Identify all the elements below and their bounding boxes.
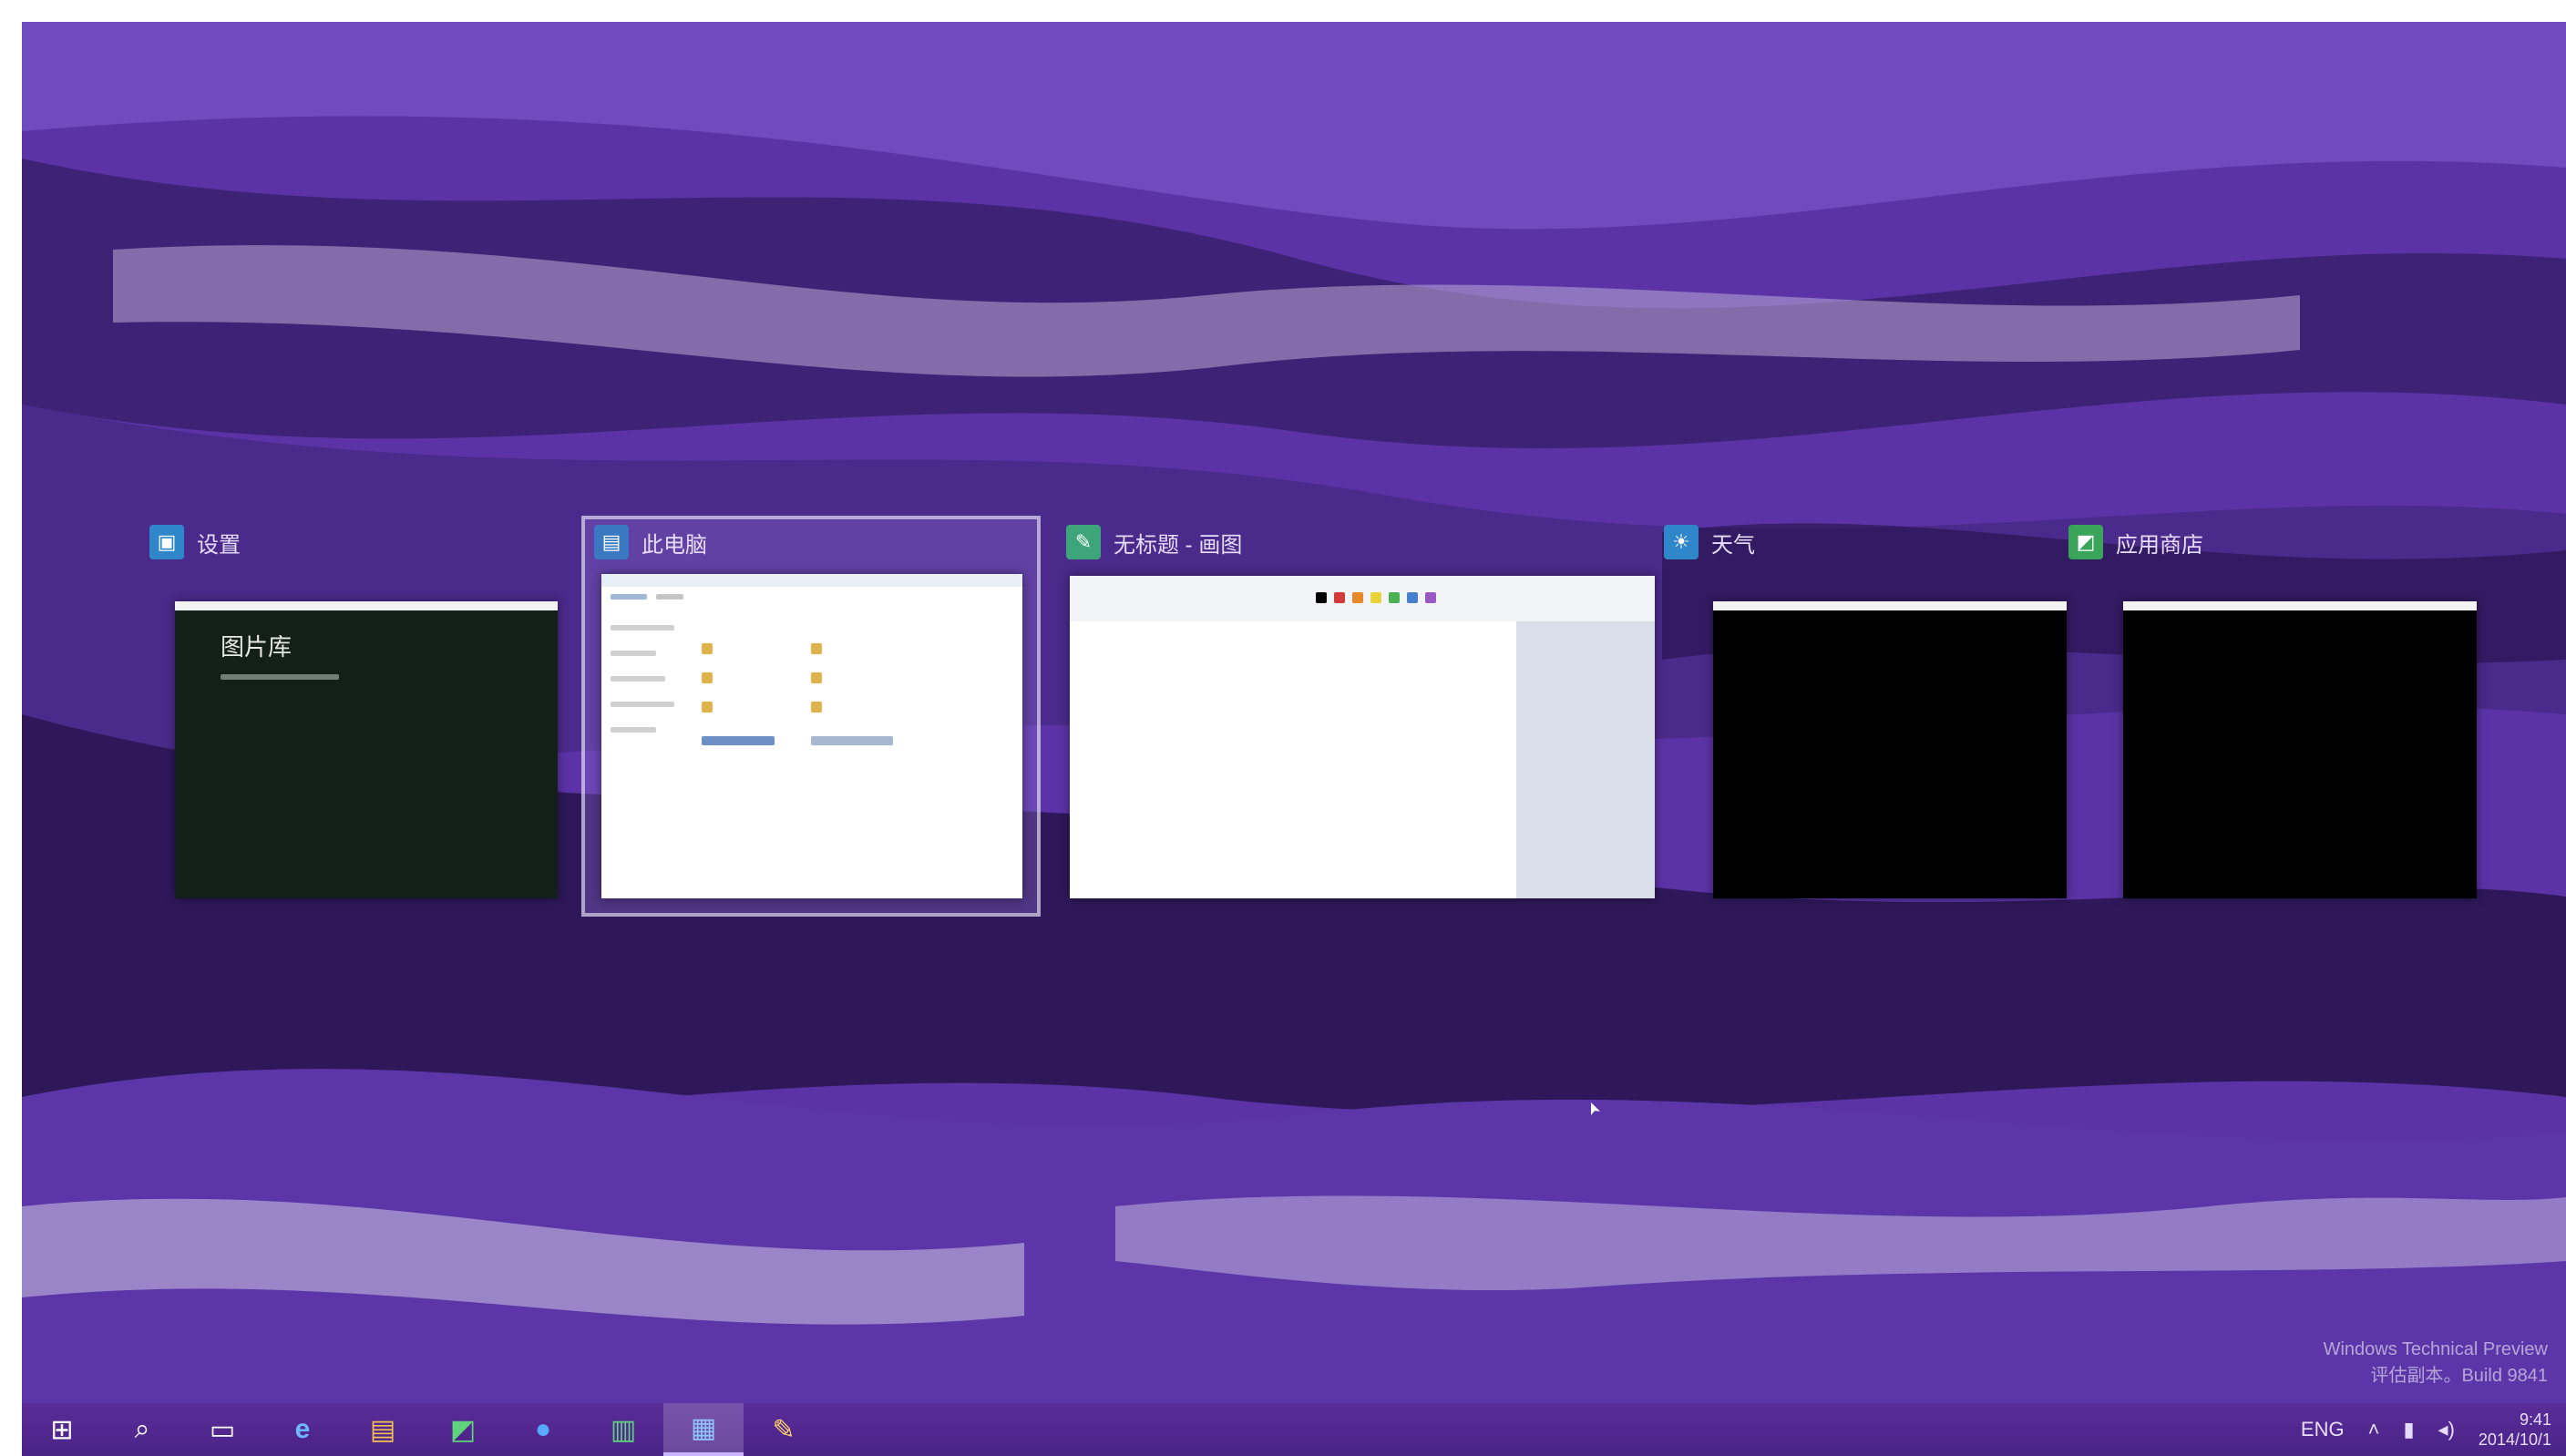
app-taskbar-icon: ▥ — [610, 1414, 637, 1445]
drive-bar — [811, 736, 893, 745]
app-button[interactable]: ▥ — [583, 1403, 663, 1456]
settings-titlebar — [175, 601, 558, 610]
weather-taskbar-icon: ● — [534, 1414, 552, 1444]
start-button[interactable]: ⊞ — [22, 1403, 102, 1456]
task-thumb-weather[interactable] — [1713, 601, 2067, 898]
paint-icon: ✎ — [1066, 525, 1101, 559]
store-button[interactable]: ◩ — [423, 1403, 503, 1456]
folder-icon — [811, 672, 822, 683]
task-view-button[interactable]: ▭ — [182, 1403, 262, 1456]
task-title-settings-label: 设置 — [197, 532, 241, 558]
chevron-up-icon[interactable]: ˄ — [2368, 1418, 2380, 1441]
pc-taskbar-icon: ▦ — [690, 1412, 717, 1443]
explorer-nav-line — [611, 702, 674, 707]
this-pc-icon: ▤ — [594, 525, 629, 559]
explorer-ribbon-tab — [656, 594, 683, 600]
task-title-store[interactable]: ◩ 应用商店 — [2068, 525, 2203, 559]
drive-bar — [702, 736, 775, 745]
color-swatch — [1316, 592, 1327, 603]
store-titlebar — [2123, 601, 2477, 610]
task-thumb-store[interactable] — [2123, 601, 2477, 898]
color-swatch — [1389, 592, 1400, 603]
clock-time: 9:41 — [2519, 1410, 2551, 1429]
file-explorer-button[interactable]: ▤ — [343, 1403, 423, 1456]
explorer-ribbon-tab — [611, 594, 647, 600]
watermark-line-2: 评估副本。Build 9841 — [2370, 1366, 2548, 1386]
volume-icon[interactable]: ◂) — [2438, 1418, 2455, 1441]
network-icon[interactable]: ▮ — [2403, 1418, 2414, 1441]
taskbar: ⊞ ⌕ ▭ e ▤ ◩ ● ▥ ▦ ✎ ENG ˄ ▮ ◂) 9:41 2014… — [22, 1403, 2566, 1456]
task-title-this-pc-label: 此电脑 — [642, 532, 707, 558]
task-title-this-pc[interactable]: ▤ 此电脑 — [594, 525, 707, 559]
clock[interactable]: 9:41 2014/10/1 — [2479, 1410, 2551, 1450]
explorer-nav-line — [611, 727, 656, 733]
file-explorer-icon: ▤ — [369, 1414, 396, 1445]
task-title-store-label: 应用商店 — [2116, 532, 2203, 558]
task-title-weather[interactable]: ☀ 天气 — [1664, 525, 1755, 559]
color-swatch — [1370, 592, 1381, 603]
explorer-nav-line — [611, 651, 656, 656]
weather-button[interactable]: ● — [503, 1403, 583, 1456]
task-title-settings[interactable]: ▣ 设置 — [149, 525, 241, 559]
ie-button[interactable]: e — [262, 1403, 343, 1456]
paint-button[interactable]: ✎ — [744, 1403, 824, 1456]
desktop: ▣ 设置 图片库 ▤ 此电脑 ✎ 无标题 - 画图 ☀ 天气 ◩ 应用商店 Wi… — [22, 22, 2566, 1456]
color-swatch — [1352, 592, 1363, 603]
settings-line — [221, 674, 339, 680]
keyboard-layout-indicator[interactable]: ENG — [2301, 1418, 2345, 1441]
task-title-paint[interactable]: ✎ 无标题 - 画图 — [1066, 525, 1242, 559]
explorer-titlebar — [601, 574, 1022, 587]
folder-icon — [811, 643, 822, 654]
folder-icon — [702, 702, 713, 713]
settings-heading: 图片库 — [221, 633, 293, 661]
weather-icon: ☀ — [1664, 525, 1699, 559]
search-icon: ⌕ — [134, 1414, 150, 1444]
settings-app-icon: ▣ — [149, 525, 184, 559]
task-thumb-settings[interactable]: 图片库 — [175, 601, 558, 898]
color-swatch — [1407, 592, 1418, 603]
store-taskbar-icon: ◩ — [449, 1414, 477, 1445]
clock-date: 2014/10/1 — [2478, 1430, 2551, 1449]
folder-icon — [811, 702, 822, 713]
pc-button[interactable]: ▦ — [663, 1403, 744, 1456]
explorer-nav-line — [611, 676, 665, 682]
explorer-nav-line — [611, 625, 674, 631]
search-button[interactable]: ⌕ — [102, 1403, 182, 1456]
task-thumb-paint[interactable] — [1070, 576, 1655, 898]
watermark-line-1: Windows Technical Preview — [2323, 1339, 2548, 1359]
task-title-paint-label: 无标题 - 画图 — [1114, 532, 1243, 558]
paint-canvas-margin — [1516, 621, 1655, 898]
task-title-weather-label: 天气 — [1711, 532, 1755, 558]
build-watermark: Windows Technical Preview 评估副本。Build 984… — [2324, 1339, 2548, 1387]
system-tray: ENG ˄ ▮ ◂) 9:41 2014/10/1 — [2301, 1403, 2551, 1456]
weather-titlebar — [1713, 601, 2067, 610]
store-icon: ◩ — [2068, 525, 2103, 559]
task-view-icon: ▭ — [209, 1414, 236, 1445]
folder-icon — [702, 672, 713, 683]
folder-icon — [702, 643, 713, 654]
windows-logo-icon: ⊞ — [50, 1414, 74, 1445]
color-swatch — [1425, 592, 1436, 603]
internet-explorer-icon: e — [294, 1414, 311, 1444]
color-swatch — [1334, 592, 1345, 603]
paint-taskbar-icon: ✎ — [772, 1414, 795, 1445]
task-thumb-this-pc[interactable] — [601, 574, 1022, 898]
